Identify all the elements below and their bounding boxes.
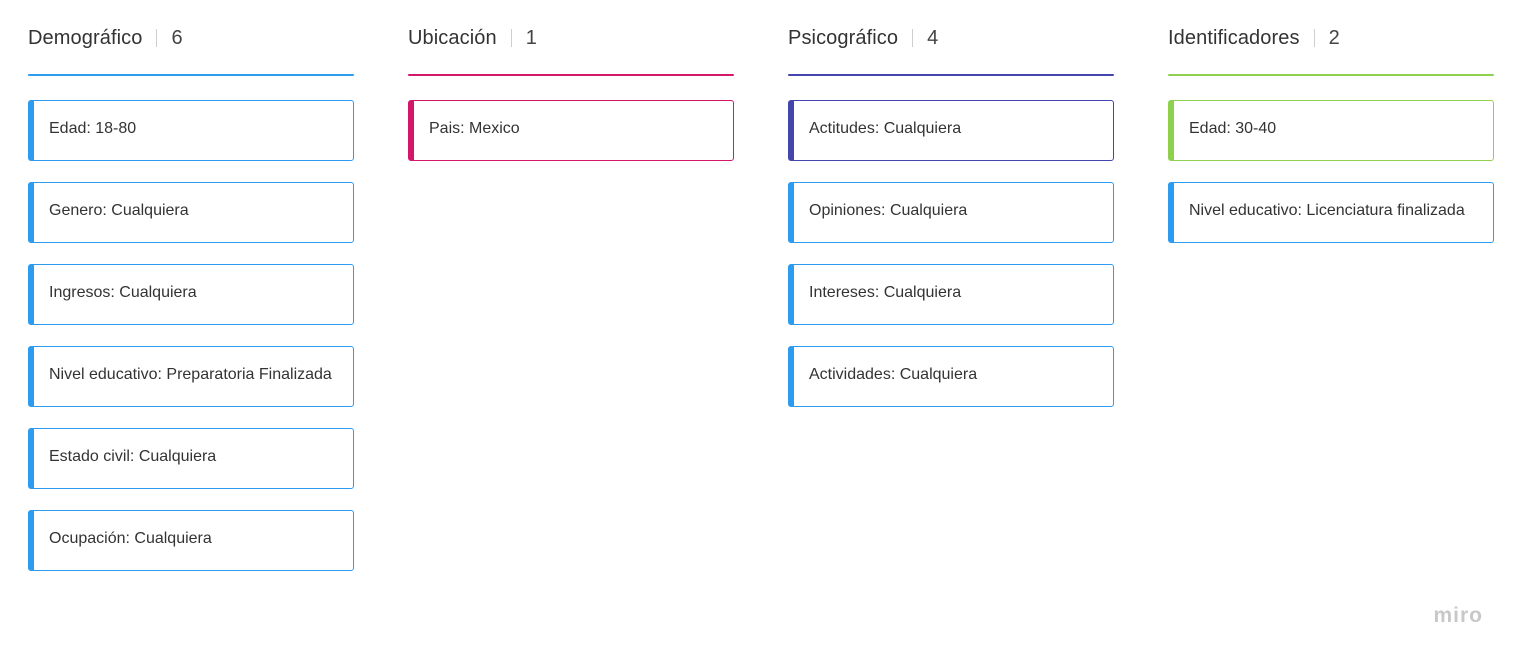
card-label: Actividades: Cualquiera [809,366,978,383]
card-nivel-educativo[interactable]: Nivel educativo: Preparatoria Finalizada [28,346,354,407]
card-opiniones[interactable]: Opiniones: Cualquiera [788,182,1114,243]
column-card-count: 6 [171,26,183,49]
column-ubicacion: Ubicación 1 Pais: Mexico [408,24,734,182]
column-header[interactable]: Identificadores 2 [1168,24,1494,52]
column-color-rule [28,74,354,76]
column-title: Psicográfico [788,26,899,49]
column-title: Ubicación [408,26,497,49]
header-divider [510,29,512,47]
miro-logo: miro [1433,604,1483,627]
card-pais[interactable]: Pais: Mexico [408,100,734,161]
card-ingresos[interactable]: Ingresos: Cualquiera [28,264,354,325]
column-demografico: Demográfico 6 Edad: 18-80 Genero: Cualqu… [28,24,354,592]
card-label: Actitudes: Cualquiera [809,120,962,137]
card-label: Nivel educativo: Licenciatura finalizada [1189,202,1465,219]
column-header[interactable]: Demográfico 6 [28,24,354,52]
column-color-rule [408,74,734,76]
kanban-board: Demográfico 6 Edad: 18-80 Genero: Cualqu… [0,0,1517,658]
card-label: Estado civil: Cualquiera [49,448,217,465]
column-color-rule [788,74,1114,76]
card-genero[interactable]: Genero: Cualquiera [28,182,354,243]
card-label: Genero: Cualquiera [49,202,189,219]
card-estado-civil[interactable]: Estado civil: Cualquiera [28,428,354,489]
column-card-count: 1 [525,26,537,49]
header-divider [1313,29,1315,47]
card-actividades[interactable]: Actividades: Cualquiera [788,346,1114,407]
card-ocupacion[interactable]: Ocupación: Cualquiera [28,510,354,571]
column-color-rule [1168,74,1494,76]
card-nivel-educativo-identificador[interactable]: Nivel educativo: Licenciatura finalizada [1168,182,1494,243]
card-label: Pais: Mexico [429,120,520,137]
column-identificadores: Identificadores 2 Edad: 30-40 Nivel educ… [1168,24,1494,264]
column-header[interactable]: Psicográfico 4 [788,24,1114,52]
column-header[interactable]: Ubicación 1 [408,24,734,52]
card-intereses[interactable]: Intereses: Cualquiera [788,264,1114,325]
header-divider [156,29,158,47]
card-label: Edad: 18-80 [49,120,137,137]
card-edad-identificador[interactable]: Edad: 30-40 [1168,100,1494,161]
column-card-count: 4 [927,26,939,49]
card-label: Ocupación: Cualquiera [49,530,212,547]
column-title: Identificadores [1168,26,1300,49]
card-label: Ingresos: Cualquiera [49,284,197,301]
header-divider [912,29,914,47]
card-label: Edad: 30-40 [1189,120,1277,137]
card-label: Intereses: Cualquiera [809,284,962,301]
column-card-count: 2 [1328,26,1340,49]
card-actitudes[interactable]: Actitudes: Cualquiera [788,100,1114,161]
column-psicografico: Psicográfico 4 Actitudes: Cualquiera Opi… [788,24,1114,428]
card-edad[interactable]: Edad: 18-80 [28,100,354,161]
column-title: Demográfico [28,26,143,49]
card-label: Opiniones: Cualquiera [809,202,968,219]
card-label: Nivel educativo: Preparatoria Finalizada [49,366,332,383]
